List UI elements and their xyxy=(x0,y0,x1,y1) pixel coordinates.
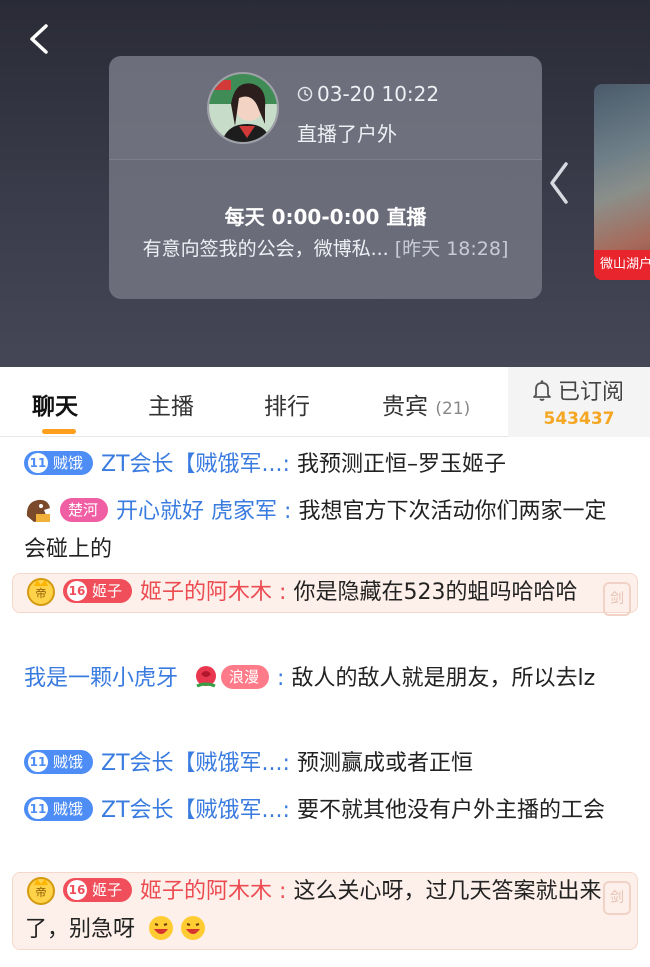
chat-separator: : xyxy=(279,879,287,904)
chat-separator: : xyxy=(282,751,290,776)
chat-list[interactable]: 11 贼饿 ZT会长【贼饿军...: 我预测正恒–罗玉姬子 楚河 开心就好 虎家军 :… xyxy=(0,438,650,967)
tab-anchor[interactable]: 主播 xyxy=(148,387,194,421)
live-video-area[interactable]: 03-20 10:22 直播了户外 每天 0:00-0:00 直播 有意向签我的… xyxy=(0,0,650,367)
chat-message-highlighted[interactable]: 帝 16 姬子 姬子的阿木木 : 这么关心呀，过几天答案就出来了，别急呀 剑 xyxy=(12,872,638,950)
chat-separator: : xyxy=(277,666,285,691)
svg-text:帝: 帝 xyxy=(36,586,47,600)
chat-nickname[interactable]: 开心就好 虎家军 xyxy=(116,499,277,524)
rose-icon xyxy=(196,666,217,688)
sword-icon: 剑 xyxy=(603,582,631,616)
back-icon[interactable] xyxy=(22,22,56,56)
emoji-laugh-icon xyxy=(149,916,174,940)
fan-badge: 11 贼饿 xyxy=(24,797,94,821)
chat-separator: : xyxy=(279,580,287,605)
subscribe-label: 已订阅 xyxy=(558,380,625,405)
tab-vip[interactable]: 贵宾 (21) xyxy=(382,387,470,421)
chat-text: 要不就其他没有户外主播的工会 xyxy=(296,798,605,823)
chat-text: 我想官方下次活动你们两家一定会碰上的 xyxy=(24,499,607,562)
chat-nickname[interactable]: 我是一颗小虎牙 xyxy=(24,666,178,691)
fan-badge: 16 姬子 xyxy=(63,579,133,603)
chat-separator: : xyxy=(282,452,290,477)
tab-chat[interactable]: 聊天 xyxy=(32,387,78,421)
live-description: 直播了户外 xyxy=(297,122,397,146)
chat-text: 敌人的敌人就是朋友，所以去lz xyxy=(291,666,596,691)
sword-icon: 剑 xyxy=(603,881,631,915)
chat-message[interactable]: 楚河 开心就好 虎家军 : 我想官方下次活动你们两家一定会碰上的 xyxy=(12,493,638,569)
streamer-notice[interactable]: 有意向签我的公会，微博私... [昨天 18:28] xyxy=(109,234,542,261)
fan-badge: 11 贼饿 xyxy=(24,750,94,774)
subscriber-count: 543437 xyxy=(543,409,615,429)
streamer-info-card[interactable]: 03-20 10:22 直播了户外 每天 0:00-0:00 直播 有意向签我的… xyxy=(109,56,542,299)
tab-vip-count: (21) xyxy=(435,399,471,419)
fan-badge: 16 姬子 xyxy=(63,878,133,902)
chat-message[interactable]: 11 贼饿 ZT会长【贼饿军...: 我预测正恒–罗玉姬子 xyxy=(12,446,638,484)
subscribe-button[interactable]: 已订阅 543437 xyxy=(508,367,650,437)
live-time-text: 03-20 10:22 xyxy=(317,82,440,106)
bell-icon xyxy=(533,380,551,401)
chat-text: 你是隐藏在523的蛆吗哈哈哈 xyxy=(293,580,578,605)
fan-badge: 楚河 xyxy=(60,498,109,522)
emoji-laugh-icon xyxy=(181,916,206,940)
avatar[interactable] xyxy=(207,72,279,144)
notice-time: [昨天 18:28] xyxy=(394,238,509,260)
live-schedule: 每天 0:00-0:00 直播 xyxy=(224,205,427,229)
tab-bar: 聊天 主播 排行 贵宾 (21) 已订阅 543437 xyxy=(0,367,650,437)
level-eagle-icon xyxy=(26,499,50,522)
chat-message[interactable]: 我是一颗小虎牙 浪漫: 敌人的敌人就是朋友，所以去lz xyxy=(12,660,638,698)
card-header: 03-20 10:22 直播了户外 xyxy=(109,56,542,160)
noble-badge-icon: 帝 xyxy=(27,877,55,905)
thumbnail-label: 微山湖户 xyxy=(594,250,650,280)
chat-nickname[interactable]: ZT会长【贼饿军... xyxy=(101,751,283,776)
fan-badge: 11 贼饿 xyxy=(24,451,94,475)
chat-text: 预测赢成或者正恒 xyxy=(296,751,473,776)
tab-rank[interactable]: 排行 xyxy=(264,387,310,421)
next-stream-thumbnail[interactable]: 微山湖户 xyxy=(594,84,650,280)
active-tab-indicator xyxy=(42,429,76,434)
chat-nickname[interactable]: 姬子的阿木木 xyxy=(140,879,272,904)
chat-separator: : xyxy=(282,798,290,823)
noble-badge-icon: 帝 xyxy=(27,578,55,606)
notice-text: 有意向签我的公会，微博私... xyxy=(142,238,389,260)
chat-text: 我预测正恒–罗玉姬子 xyxy=(296,452,506,477)
chat-nickname[interactable]: ZT会长【贼饿军... xyxy=(101,798,283,823)
chat-message[interactable]: 11 贼饿 ZT会长【贼饿军...: 预测赢成或者正恒 xyxy=(12,745,638,783)
chat-nickname[interactable]: ZT会长【贼饿军... xyxy=(101,452,283,477)
subscribe-label-row: 已订阅 xyxy=(530,374,624,406)
clock-icon xyxy=(297,86,313,102)
chevron-left-icon[interactable] xyxy=(546,160,572,206)
fan-badge: 浪漫 xyxy=(221,665,270,689)
chat-nickname[interactable]: 姬子的阿木木 xyxy=(140,580,272,605)
live-time: 03-20 10:22 xyxy=(297,82,439,106)
svg-text:帝: 帝 xyxy=(36,885,47,899)
chat-message[interactable]: 11 贼饿 ZT会长【贼饿军...: 要不就其他没有户外主播的工会 xyxy=(12,792,638,830)
tab-vip-label: 贵宾 xyxy=(382,394,428,420)
chat-separator: : xyxy=(284,499,292,524)
chat-message-highlighted[interactable]: 帝 16 姬子 姬子的阿木木 : 你是隐藏在523的蛆吗哈哈哈 剑 xyxy=(12,573,638,616)
